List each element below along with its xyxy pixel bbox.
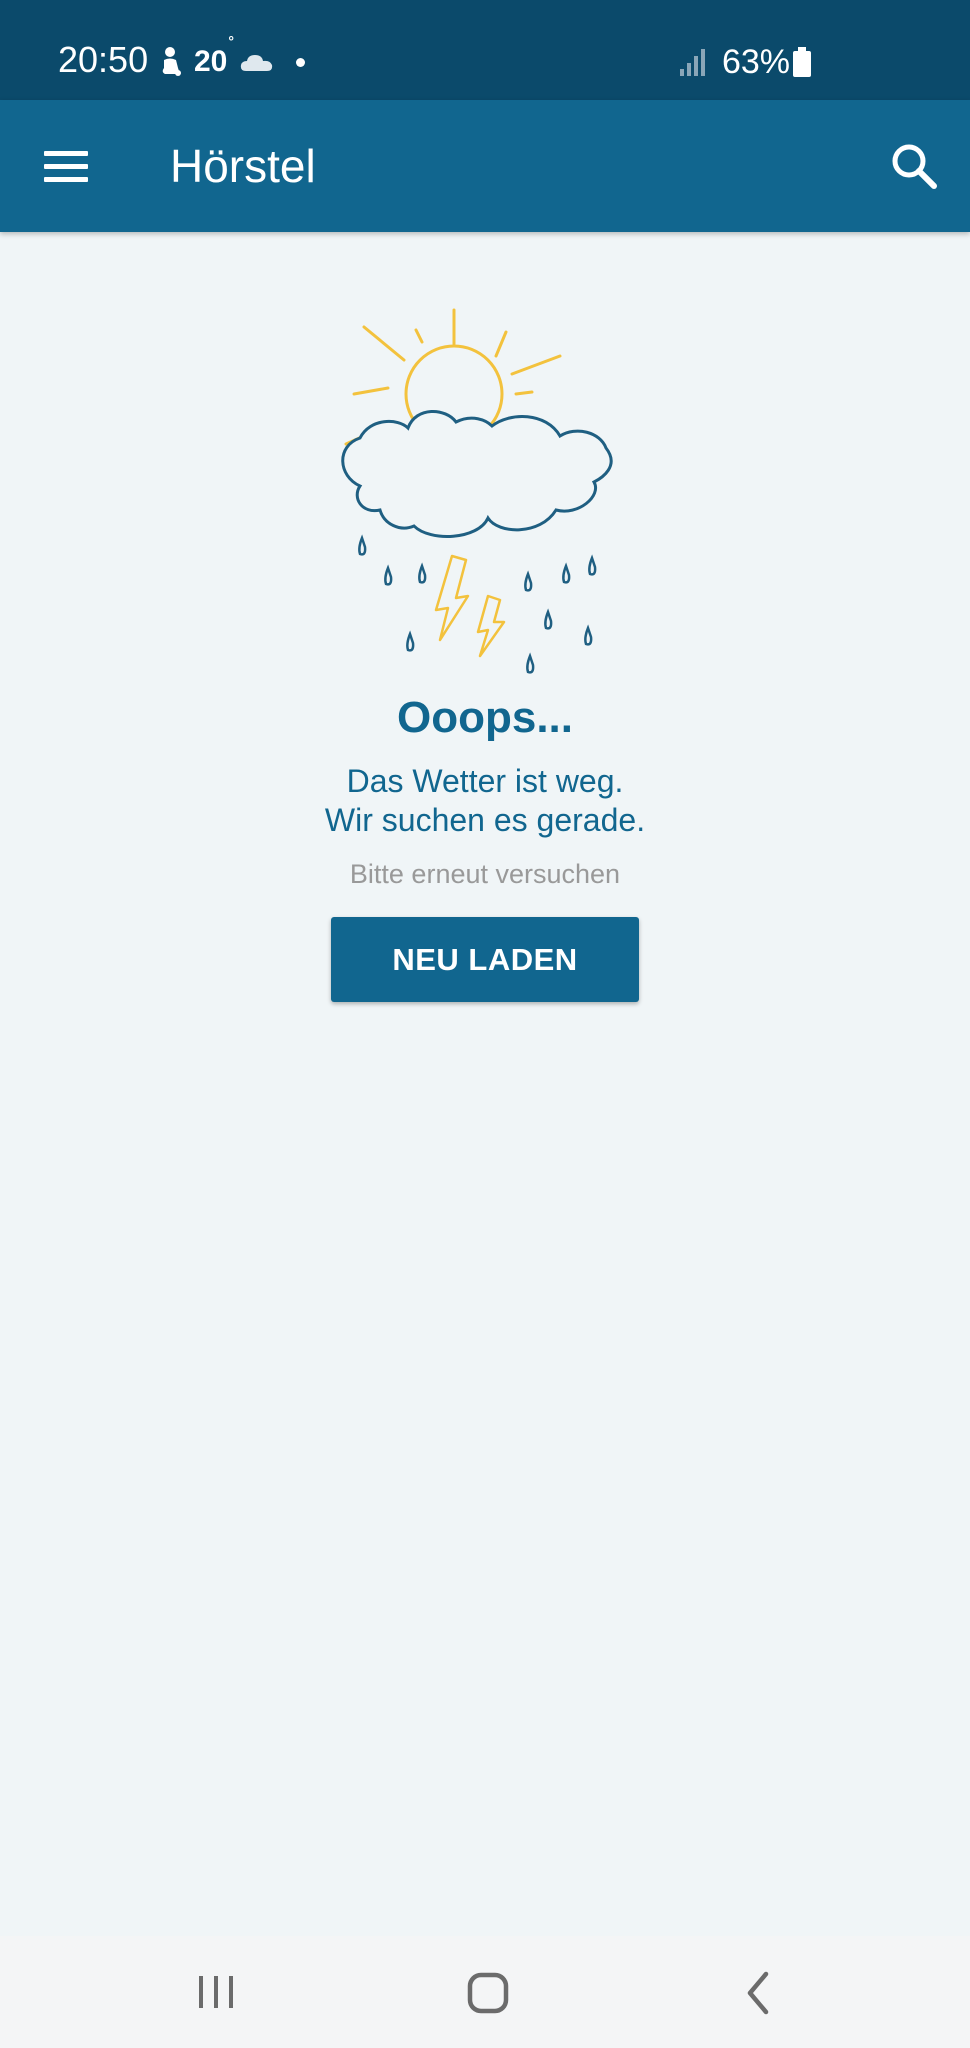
search-button[interactable]	[882, 134, 946, 198]
baby-icon	[162, 47, 181, 76]
status-left-icons: 20°	[158, 33, 305, 82]
status-temperature-value: 20	[194, 45, 228, 78]
back-icon	[747, 1971, 769, 2015]
home-icon	[467, 1972, 509, 2014]
system-nav-bar	[0, 1936, 970, 2048]
location-title: Hörstel	[170, 140, 316, 192]
app-bar: Hörstel	[0, 100, 970, 232]
error-message-line-1: Das Wetter ist weg.	[346, 763, 624, 799]
notification-dot	[295, 57, 305, 67]
battery-percent: 63%	[721, 42, 790, 81]
menu-icon-line-3	[44, 177, 88, 182]
sun-cloud-thunderstorm-illustration	[341, 308, 613, 674]
error-message: Das Wetter ist weg. Wir suchen es gerade…	[0, 762, 970, 840]
recents-icon	[199, 1976, 233, 2008]
status-bar: 20:50 20° 63%	[0, 0, 970, 100]
cloud-icon	[341, 409, 613, 538]
search-icon	[892, 144, 937, 189]
signal-icon	[679, 49, 705, 76]
error-title: Ooops...	[397, 693, 573, 742]
rain-drops	[358, 534, 597, 674]
retry-hint: Bitte erneut versuchen	[349, 859, 621, 889]
status-temperature-degree: °	[228, 33, 234, 49]
lightning-icon	[434, 554, 506, 658]
menu-icon-line-2	[44, 164, 88, 169]
back-button[interactable]	[718, 1958, 798, 2028]
battery-icon	[793, 47, 811, 77]
status-right-icons: 63%	[678, 40, 812, 84]
home-button[interactable]	[448, 1958, 528, 2028]
status-temperature: 20°	[194, 33, 234, 79]
status-time: 20:50	[58, 39, 149, 80]
menu-icon-line-1	[44, 151, 88, 156]
reload-button[interactable]: NEU LADEN	[331, 917, 639, 1002]
recents-button[interactable]	[176, 1958, 256, 2028]
error-message-line-2: Wir suchen es gerade.	[324, 802, 646, 838]
menu-button[interactable]	[30, 134, 102, 198]
cloud-icon	[240, 55, 273, 71]
